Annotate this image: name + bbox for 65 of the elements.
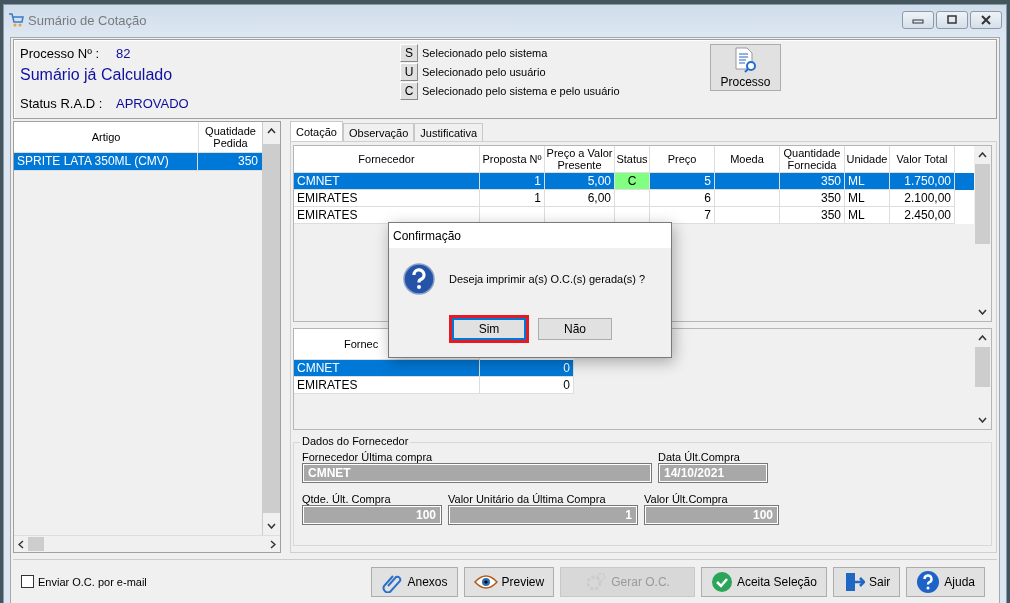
check-icon [710,570,733,593]
cart-icon [8,12,24,28]
status-value: APROVADO [116,95,189,111]
group-title: Dados do Fornecedor [300,435,411,447]
column-header: Artigo [14,122,199,152]
dialog-title: Confirmação [393,228,462,243]
toolbar-button[interactable]: Ajuda [906,566,985,597]
question-icon [403,263,435,295]
toolbar-button[interactable]: Sair [832,566,901,597]
tab[interactable]: Justificativa [414,123,484,141]
table-cell: ML [845,207,890,224]
legend-key: S [400,44,418,62]
table-cell: 350 [780,207,845,224]
field-label: Data Últ.Compra [658,451,741,463]
dialog-message: Deseja imprimir a(s) O.C.(s) gerada(s) ? [449,273,646,285]
legend-key: C [400,82,418,100]
toolbar-button[interactable]: Anexos [371,566,458,597]
minimize-button[interactable] [902,11,934,29]
checkbox-label: Enviar O.C. por e-mail [38,575,147,588]
column-header: Quatidade Pedida [204,124,257,151]
toolbar-button[interactable]: Preview [463,566,555,597]
field-label: Valor Últ.Compra [644,493,729,505]
close-button[interactable] [970,11,1002,29]
close-icon [979,15,993,25]
table-row[interactable]: SPRITE LATA 350ML (CMV) 350 [14,153,262,171]
tab[interactable]: Observação [343,123,415,141]
status-label: Status R.A.D : [20,95,104,111]
table-cell: EMIRATES [294,377,480,394]
field-label: Valor Unitário da Última Compra [448,493,607,505]
summary-status: Sumário já Calculado [20,66,174,85]
scroll-up-icon[interactable] [978,152,987,158]
checkbox[interactable] [21,575,34,588]
document-search-icon [733,46,758,73]
table-cell: 2.450,00 [890,207,955,224]
horizontal-scrollbar[interactable] [14,535,280,552]
scroll-up-icon[interactable] [267,128,276,134]
table-cell: 0 [480,377,574,394]
scroll-left-icon[interactable] [18,539,24,549]
scroll-down-icon[interactable] [267,523,276,529]
help-icon [916,569,941,594]
tab[interactable]: Cotação [290,121,343,141]
toolbar-button[interactable]: Aceita Seleção [700,566,827,597]
legend-text: Selecionado pelo sistema [422,47,548,59]
scroll-down-icon[interactable] [978,417,987,423]
scroll-thumb[interactable] [28,537,44,551]
maximize-button[interactable] [936,11,968,29]
table-cell [715,207,780,224]
window-title: Sumário de Cotação [28,12,147,28]
scroll-up-icon[interactable] [978,335,987,341]
maximize-icon [946,15,958,25]
legend-key: U [400,63,418,81]
legend-text: Selecionado pelo usuário [422,66,546,78]
eye-icon [473,573,498,590]
field-label: Qtde. Últ. Compra [302,493,392,505]
process-button[interactable]: Processo [710,44,781,91]
process-label: Processo Nº : [20,45,101,61]
dialog-button[interactable]: Sim [452,318,526,340]
minimize-icon [912,16,924,24]
scroll-right-icon[interactable] [270,539,276,549]
status-cell: C [615,173,650,190]
scroll-down-icon[interactable] [978,309,987,315]
process-number: 82 [116,45,131,61]
legend-text: Selecionado pelo sistema e pelo usuário [422,85,620,97]
dialog-button[interactable]: Não [538,318,612,340]
field-label: Fornecedor Última compra [302,451,434,463]
